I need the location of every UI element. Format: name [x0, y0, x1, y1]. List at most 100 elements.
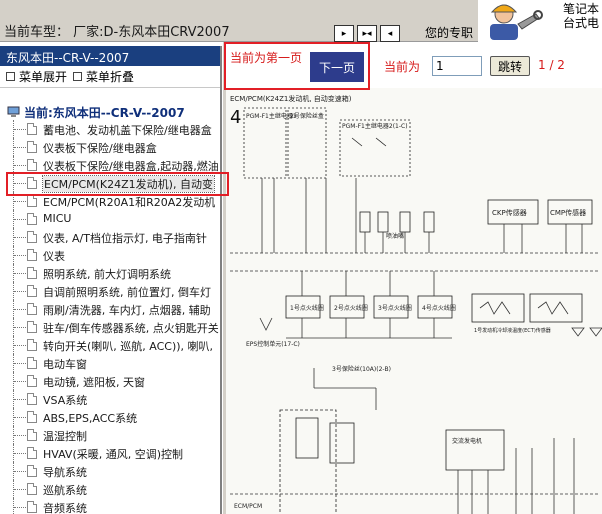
tree-connector	[13, 228, 27, 246]
pro-text: 您的专职	[425, 26, 474, 40]
tree-item[interactable]: ECM/PCM(K24Z1发动机), 自动变	[0, 174, 220, 193]
page-left-icon[interactable]: ◂	[380, 25, 400, 42]
tree-item[interactable]: 照明系统, 前大灯调明系统	[0, 264, 220, 282]
ad-text: 笔记本 台式电	[563, 2, 599, 30]
expand-box-icon	[6, 72, 15, 81]
tree-item[interactable]: 自调前照明系统, 前位置灯, 倒车灯	[0, 282, 220, 300]
document-icon	[27, 249, 37, 261]
tree-item[interactable]: 驻车/倒车传感器系统, 点火钥匙开关	[0, 318, 220, 336]
diagram-title: ECM/PCM(K24Z1发动机, 自动变速箱)	[230, 94, 352, 103]
top-bar: 当前车型： 厂家:D-东风本田CRV2007 ▸ ▸◂ ◂ 您的专职 笔记本 台…	[0, 0, 602, 42]
tree-item[interactable]: 巡航系统	[0, 480, 220, 498]
page-number-input[interactable]	[432, 56, 482, 76]
tree-connector	[13, 282, 27, 300]
document-icon	[27, 123, 37, 135]
fuse-bottom-label: 3号保险丝(10A)(2-B)	[332, 365, 391, 373]
next-page-button[interactable]: 下一页	[310, 52, 364, 82]
tree-connector	[13, 246, 27, 264]
tree-item[interactable]: 仪表板下保险/继电器盒,起动器,燃油	[0, 156, 220, 174]
document-icon	[27, 393, 37, 405]
tree-connector	[13, 192, 27, 210]
tree-item[interactable]: ECM/PCM(R20A1和R20A2发动机	[0, 192, 220, 210]
main-relay-2-label: PGM-F1主继电器2(1-C)	[342, 122, 408, 130]
svg-text:3号点火线圈: 3号点火线圈	[378, 304, 412, 312]
document-icon	[27, 159, 37, 171]
tree-item-label: HVAV(采暖, 通风, 空调)控制	[43, 448, 184, 461]
sidebar-title: 东风本田--CR-V--2007	[0, 46, 220, 66]
collapse-menu-button[interactable]: 菜单折叠	[73, 68, 134, 85]
tree-item-label: 音频系统	[43, 502, 87, 514]
tree-item[interactable]: HVAV(采暖, 通风, 空调)控制	[0, 444, 220, 462]
tree-connector	[13, 372, 27, 390]
tree-connector	[13, 138, 27, 156]
ad-text-line-2: 台式电	[563, 16, 600, 30]
tree-item[interactable]: 音频系统	[0, 498, 220, 514]
tree-item[interactable]: 导航系统	[0, 462, 220, 480]
ad-banner[interactable]: 笔记本 台式电	[478, 0, 602, 42]
expand-menu-button[interactable]: 菜单展开	[6, 68, 67, 85]
immobilizer-relay	[295, 417, 319, 459]
menu-tree: 当前:东风本田--CR-V--2007 蓄电池、发动机盖下保险/继电器盒 仪表板下…	[0, 104, 220, 514]
document-icon	[27, 141, 37, 153]
tree-item[interactable]: 蓄电池、发动机盖下保险/继电器盒	[0, 120, 220, 138]
main-panel: 当前为第一页 下一页 当前为 跳转 1 / 2 ECM/PCM(K24Z1发动机…	[226, 42, 602, 514]
tree-item[interactable]: 转向开关(喇叭, 巡航, ACC)), 喇叭,	[0, 336, 220, 354]
pager-now-text: 当前为第一页	[230, 51, 303, 65]
tree-connector	[13, 498, 27, 514]
tree-root[interactable]: 当前:东风本田--CR-V--2007	[0, 104, 220, 120]
document-icon	[27, 357, 37, 369]
document-icon	[27, 483, 37, 495]
tree-item-label: 仪表	[43, 250, 65, 263]
tree-item-label: ECM/PCM(K24Z1发动机), 自动变	[42, 175, 215, 193]
diagram-page-number: 4	[230, 107, 241, 128]
tree-connector	[13, 426, 27, 444]
tree-item[interactable]: 电动车窗	[0, 354, 220, 372]
tree-item[interactable]: MICU	[0, 210, 220, 228]
tree-connector	[13, 408, 27, 426]
tree-connector	[13, 120, 27, 138]
tree-item-label: 导航系统	[43, 466, 87, 479]
tree-item[interactable]: VSA系统	[0, 390, 220, 408]
page-right-icon[interactable]: ▸	[334, 25, 354, 42]
document-icon	[27, 429, 37, 441]
ad-text-line-1: 笔记本	[563, 2, 600, 16]
tree-connector	[13, 300, 27, 318]
split-icon[interactable]: ▸◂	[357, 25, 377, 42]
expand-label: 菜单展开	[19, 70, 68, 84]
document-icon	[27, 465, 37, 477]
svg-text:4号点火线圈: 4号点火线圈	[422, 304, 456, 312]
tree-connector	[13, 462, 27, 480]
document-icon	[27, 375, 37, 387]
alternator-label: 交流发电机	[452, 437, 482, 445]
document-icon	[27, 195, 37, 207]
tree-item[interactable]: 雨刷/清洗器, 车内灯, 点烟器, 辅助	[0, 300, 220, 318]
tree-connector	[13, 444, 27, 462]
tree-connector	[13, 318, 27, 336]
tree-item[interactable]: 温湿控制	[0, 426, 220, 444]
tree-connector	[13, 480, 27, 498]
injector-label: 喷油嘴	[386, 232, 404, 240]
tree-connector	[13, 174, 27, 192]
tree-item-label: 仪表板下保险/继电器盒,起动器,燃油	[43, 160, 219, 173]
tree-item[interactable]: ABS,EPS,ACC系统	[0, 408, 220, 426]
tree-item-label: 雨刷/清洗器, 车内灯, 点烟器, 辅助	[43, 304, 211, 317]
sidebar: 东风本田--CR-V--2007 菜单展开 菜单折叠 当前:东风本田--CR-V…	[0, 46, 222, 514]
tree-item-label: 巡航系统	[43, 484, 87, 497]
eps-label: EPS控制单元(17-C)	[246, 340, 300, 348]
wiring-diagram[interactable]: ECM/PCM(K24Z1发动机, 自动变速箱) 4 PGM-F1主继电器1 2…	[226, 88, 602, 514]
tree-connector	[13, 336, 27, 354]
tree-item[interactable]: 仪表	[0, 246, 220, 264]
car-type-label: 当前车型： 厂家:D-东风本田CRV2007	[4, 25, 230, 40]
tree-item-label: 仪表, A/T档位指示灯, 电子指南针	[43, 232, 207, 245]
tree-item[interactable]: 仪表板下保险/继电器盒	[0, 138, 220, 156]
document-icon	[27, 411, 37, 423]
tree-item-label: VSA系统	[43, 394, 88, 407]
tree-item[interactable]: 仪表, A/T档位指示灯, 电子指南针	[0, 228, 220, 246]
current-page-label: 当前为	[384, 60, 421, 74]
tree-item-label: 电动车窗	[43, 358, 87, 371]
tree-item-label: 驻车/倒车传感器系统, 点火钥匙开关	[43, 322, 219, 335]
go-button[interactable]: 跳转	[490, 56, 530, 76]
tree-item[interactable]: 电动镜, 遮阳板, 天窗	[0, 372, 220, 390]
document-icon	[27, 447, 37, 459]
tree-item-label: ABS,EPS,ACC系统	[43, 412, 138, 425]
